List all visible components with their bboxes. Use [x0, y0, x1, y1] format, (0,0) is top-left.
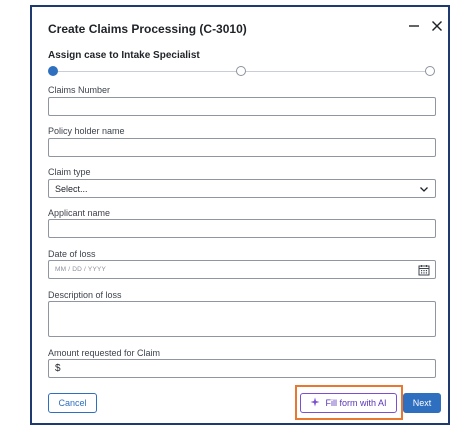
claims-dialog: Create Claims Processing (C-3010) Assign… — [30, 5, 450, 425]
policy-holder-input[interactable] — [48, 138, 436, 157]
step-label: Assign case to Intake Specialist — [48, 50, 200, 61]
amount-label: Amount requested for Claim — [48, 348, 161, 358]
next-button[interactable]: Next — [403, 393, 441, 413]
policy-holder-label: Policy holder name — [48, 126, 125, 136]
close-icon[interactable] — [429, 18, 445, 34]
date-placeholder: MM / DD / YYYY — [55, 266, 107, 273]
step-dot-3 — [425, 66, 435, 76]
step-dot-2 — [236, 66, 246, 76]
progress-stepper — [48, 65, 436, 77]
cancel-button[interactable]: Cancel — [48, 393, 97, 413]
claims-number-label: Claims Number — [48, 85, 111, 95]
step-dot-1 — [48, 66, 58, 76]
minimize-icon[interactable] — [406, 18, 422, 34]
claim-type-label: Claim type — [48, 167, 91, 177]
applicant-name-input[interactable] — [48, 219, 436, 238]
currency-prefix: $ — [55, 363, 61, 374]
chevron-down-icon — [419, 184, 429, 194]
claims-number-input[interactable] — [48, 97, 436, 116]
sparkle-icon — [310, 397, 320, 409]
dialog-title: Create Claims Processing (C-3010) — [48, 22, 247, 36]
applicant-name-label: Applicant name — [48, 208, 111, 218]
description-textarea[interactable] — [48, 301, 436, 337]
fill-form-ai-label: Fill form with AI — [325, 398, 387, 408]
fill-form-ai-button[interactable]: Fill form with AI — [300, 393, 397, 413]
date-of-loss-input[interactable]: MM / DD / YYYY — [48, 260, 436, 279]
description-label: Description of loss — [48, 290, 122, 300]
date-of-loss-label: Date of loss — [48, 249, 96, 259]
calendar-icon[interactable] — [418, 264, 430, 276]
amount-input[interactable]: $ — [48, 359, 436, 378]
claim-type-select[interactable]: Select... — [48, 179, 436, 198]
claim-type-value: Select... — [55, 183, 88, 194]
